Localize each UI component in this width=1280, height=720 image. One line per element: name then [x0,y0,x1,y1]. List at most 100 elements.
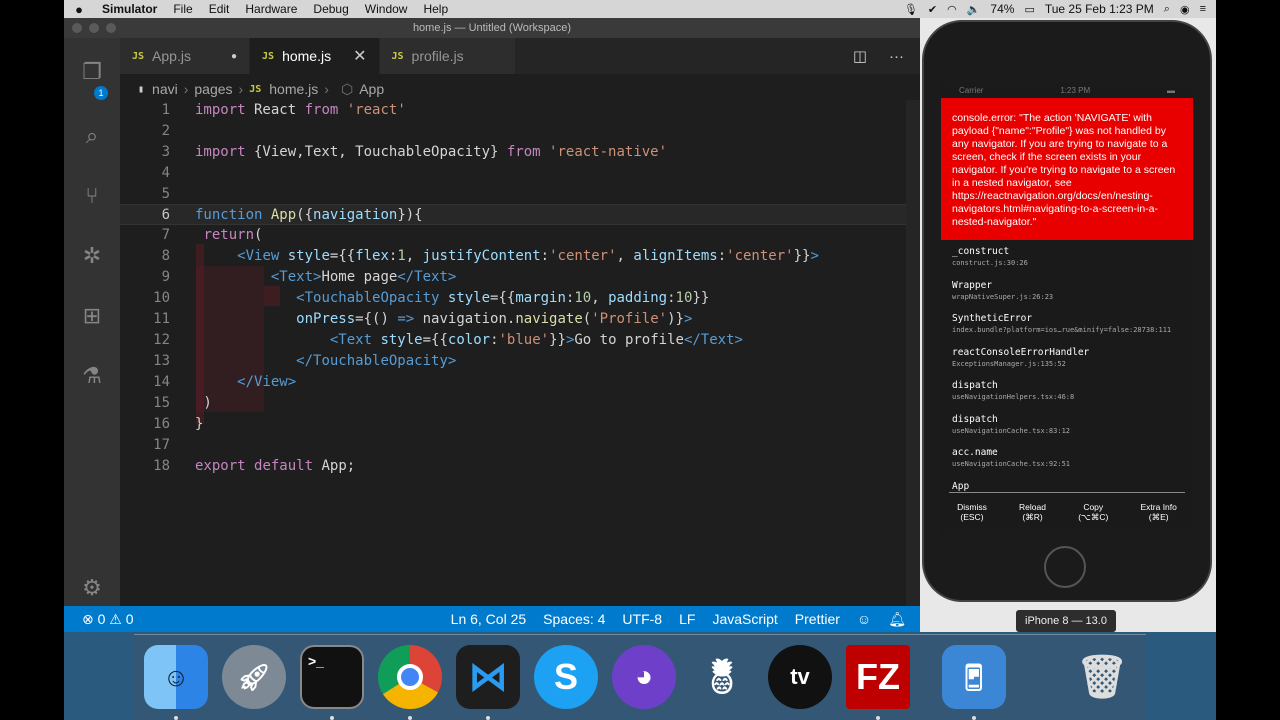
code-line[interactable]: 14 </View> [120,372,920,393]
notifications-bell-icon[interactable]: 🔔︎ [888,611,906,628]
close-tab-icon[interactable]: ✕ [353,46,366,66]
apple-icon[interactable]: ● [64,2,94,17]
debug-icon[interactable]: ✲ [78,242,106,270]
tab-profile-js[interactable]: JS profile.js [379,38,516,74]
carrier: Carrier [959,86,984,95]
apple-tv-icon[interactable]: tv [768,645,832,709]
menu-debug[interactable]: Debug [305,2,356,16]
breadcrumb-navi[interactable]: navi [152,81,178,97]
code-line[interactable]: 10 <TouchableOpacity style={{margin:10, … [120,288,920,309]
pineapple-app-icon[interactable]: 🍍︎ [690,645,754,709]
tab-app-js[interactable]: JS App.js ● [120,38,251,74]
redbox-error-message: console.error: "The action 'NAVIGATE' wi… [941,98,1193,240]
code-line[interactable]: 4 [120,163,920,184]
stack-frame[interactable]: _construct construct.js:30:26 [952,246,1184,280]
minimize-window-button[interactable] [89,23,99,33]
code-line[interactable]: 7 return( [120,225,920,246]
terminal-icon[interactable]: >_ [300,645,364,709]
problems-indicator[interactable]: ⊗ 0 ⚠ 0 [82,606,134,632]
skype-icon[interactable]: S [534,645,598,709]
code-line[interactable]: 15 ) [120,393,920,414]
encoding[interactable]: UTF-8 [622,611,662,627]
breadcrumb-file[interactable]: home.js [269,81,318,97]
menu-list-icon[interactable]: ≡ [1200,3,1206,15]
iphone-screen[interactable]: Carrier 1:23 PM ▬ console.error: "The ac… [941,82,1193,534]
settings-gear-icon[interactable]: ⚙ [78,574,106,602]
filezilla-icon[interactable]: FZ [846,645,910,709]
stack-frame[interactable]: Wrapper wrapNativeSuper.js:26:23 [952,280,1184,314]
code-line[interactable]: 17 [120,435,920,456]
stack-frame[interactable]: acc.name useNavigationCache.tsx:92:51 [952,447,1184,481]
stack-frame[interactable]: dispatch useNavigationHelpers.tsx:46:8 [952,380,1184,414]
overview-ruler[interactable] [906,100,920,606]
breadcrumb-symbol[interactable]: App [359,81,384,97]
code-line[interactable]: 2 [120,121,920,142]
code-line[interactable]: 11 onPress={() => navigation.navigate('P… [120,309,920,330]
unsaved-dot-icon[interactable]: ● [231,51,237,62]
code-line[interactable]: 13 </TouchableOpacity> [120,351,920,372]
menu-simulator[interactable]: Simulator [94,2,165,16]
tab-label: home.js [282,48,332,64]
home-button[interactable] [1044,546,1086,588]
zoom-window-button[interactable] [106,23,116,33]
code-line[interactable]: 16} [120,414,920,435]
check-icon[interactable]: ✔ [928,3,937,16]
siri-icon[interactable]: ◉ [1180,3,1190,16]
code-editor[interactable]: 1 import React from 'react' 2 3 import {Vi… [120,100,920,606]
menu-edit[interactable]: Edit [201,2,238,16]
search-icon[interactable]: ⌕ [78,122,106,150]
feedback-icon[interactable]: ☺ [857,611,871,627]
reload-button[interactable]: Reload (⌘R) [1019,502,1046,522]
code-line[interactable]: 3 import {View,Text, TouchableOpacity} fr… [120,142,920,163]
cursor-position[interactable]: Ln 6, Col 25 [451,611,527,627]
tab-home-js[interactable]: JS home.js ✕ [250,38,380,74]
github-desktop-icon[interactable]: ◕ [612,645,676,709]
stack-frame[interactable]: SyntheticError index.bundle?platform=ios…… [952,313,1184,347]
code-line[interactable]: 5 [120,184,920,205]
menu-help[interactable]: Help [415,2,456,16]
formatter[interactable]: Prettier [795,611,840,627]
dismiss-button[interactable]: Dismiss (ESC) [957,502,987,522]
clock[interactable]: Tue 25 Feb 1:23 PM [1045,2,1154,16]
more-actions-icon[interactable]: ··· [889,48,904,65]
close-window-button[interactable] [72,23,82,33]
line-number: 8 [161,248,170,264]
code-line[interactable]: 9 <Text>Home page</Text> [120,267,920,288]
code-line[interactable]: 8 <View style={{flex:1, justifyContent:'… [120,246,920,267]
line-ending[interactable]: LF [679,611,695,627]
indentation[interactable]: Spaces: 4 [543,611,605,627]
split-editor-icon[interactable]: ◫ [853,47,867,65]
extra-info-button[interactable]: Extra Info (⌘E) [1141,502,1177,522]
files-icon[interactable]: ❐ [78,58,106,86]
wifi-icon[interactable]: ◠ [947,3,957,16]
code-line[interactable]: 12 <Text style={{color:'blue'}}>Go to pr… [120,330,920,351]
trash-icon[interactable]: 🗑︎ [1070,645,1134,709]
menu-window[interactable]: Window [357,2,416,16]
testing-icon[interactable]: ⚗ [78,362,106,390]
menu-file[interactable]: File [165,2,200,16]
code-line[interactable]: 1 import React from 'react' [120,100,920,121]
copy-button[interactable]: Copy (⌥⌘C) [1078,502,1108,522]
source-control-icon[interactable]: ⑂ [78,182,106,210]
microphone-icon[interactable]: 🎙 [904,3,918,16]
simulator-icon[interactable]: 📱︎ [942,645,1006,709]
line-number: 1 [161,102,170,118]
search-icon[interactable]: ⌕ [1164,3,1170,16]
code-line[interactable]: 6 function App({navigation}){ [120,204,920,225]
battery-percent[interactable]: 74% [990,2,1014,16]
vscode-icon[interactable]: ⋈ [456,645,520,709]
battery-icon[interactable]: ▭ [1024,3,1034,16]
stack-frame[interactable]: reactConsoleErrorHandler ExceptionsManage… [952,347,1184,381]
menu-hardware[interactable]: Hardware [237,2,305,16]
chrome-icon[interactable] [378,645,442,709]
js-file-icon: JS [249,83,262,95]
breadcrumb-pages[interactable]: pages [194,81,232,97]
window-controls [72,23,116,33]
launchpad-icon[interactable]: 🚀︎ [222,645,286,709]
finder-icon[interactable]: ☺ [144,645,208,709]
volume-icon[interactable]: 🔈 [967,3,981,16]
stack-frame[interactable]: dispatch useNavigationCache.tsx:83:12 [952,414,1184,448]
language-mode[interactable]: JavaScript [712,611,777,627]
extensions-icon[interactable]: ⊞ [78,302,106,330]
code-line[interactable]: 18 export default App; [120,456,920,477]
